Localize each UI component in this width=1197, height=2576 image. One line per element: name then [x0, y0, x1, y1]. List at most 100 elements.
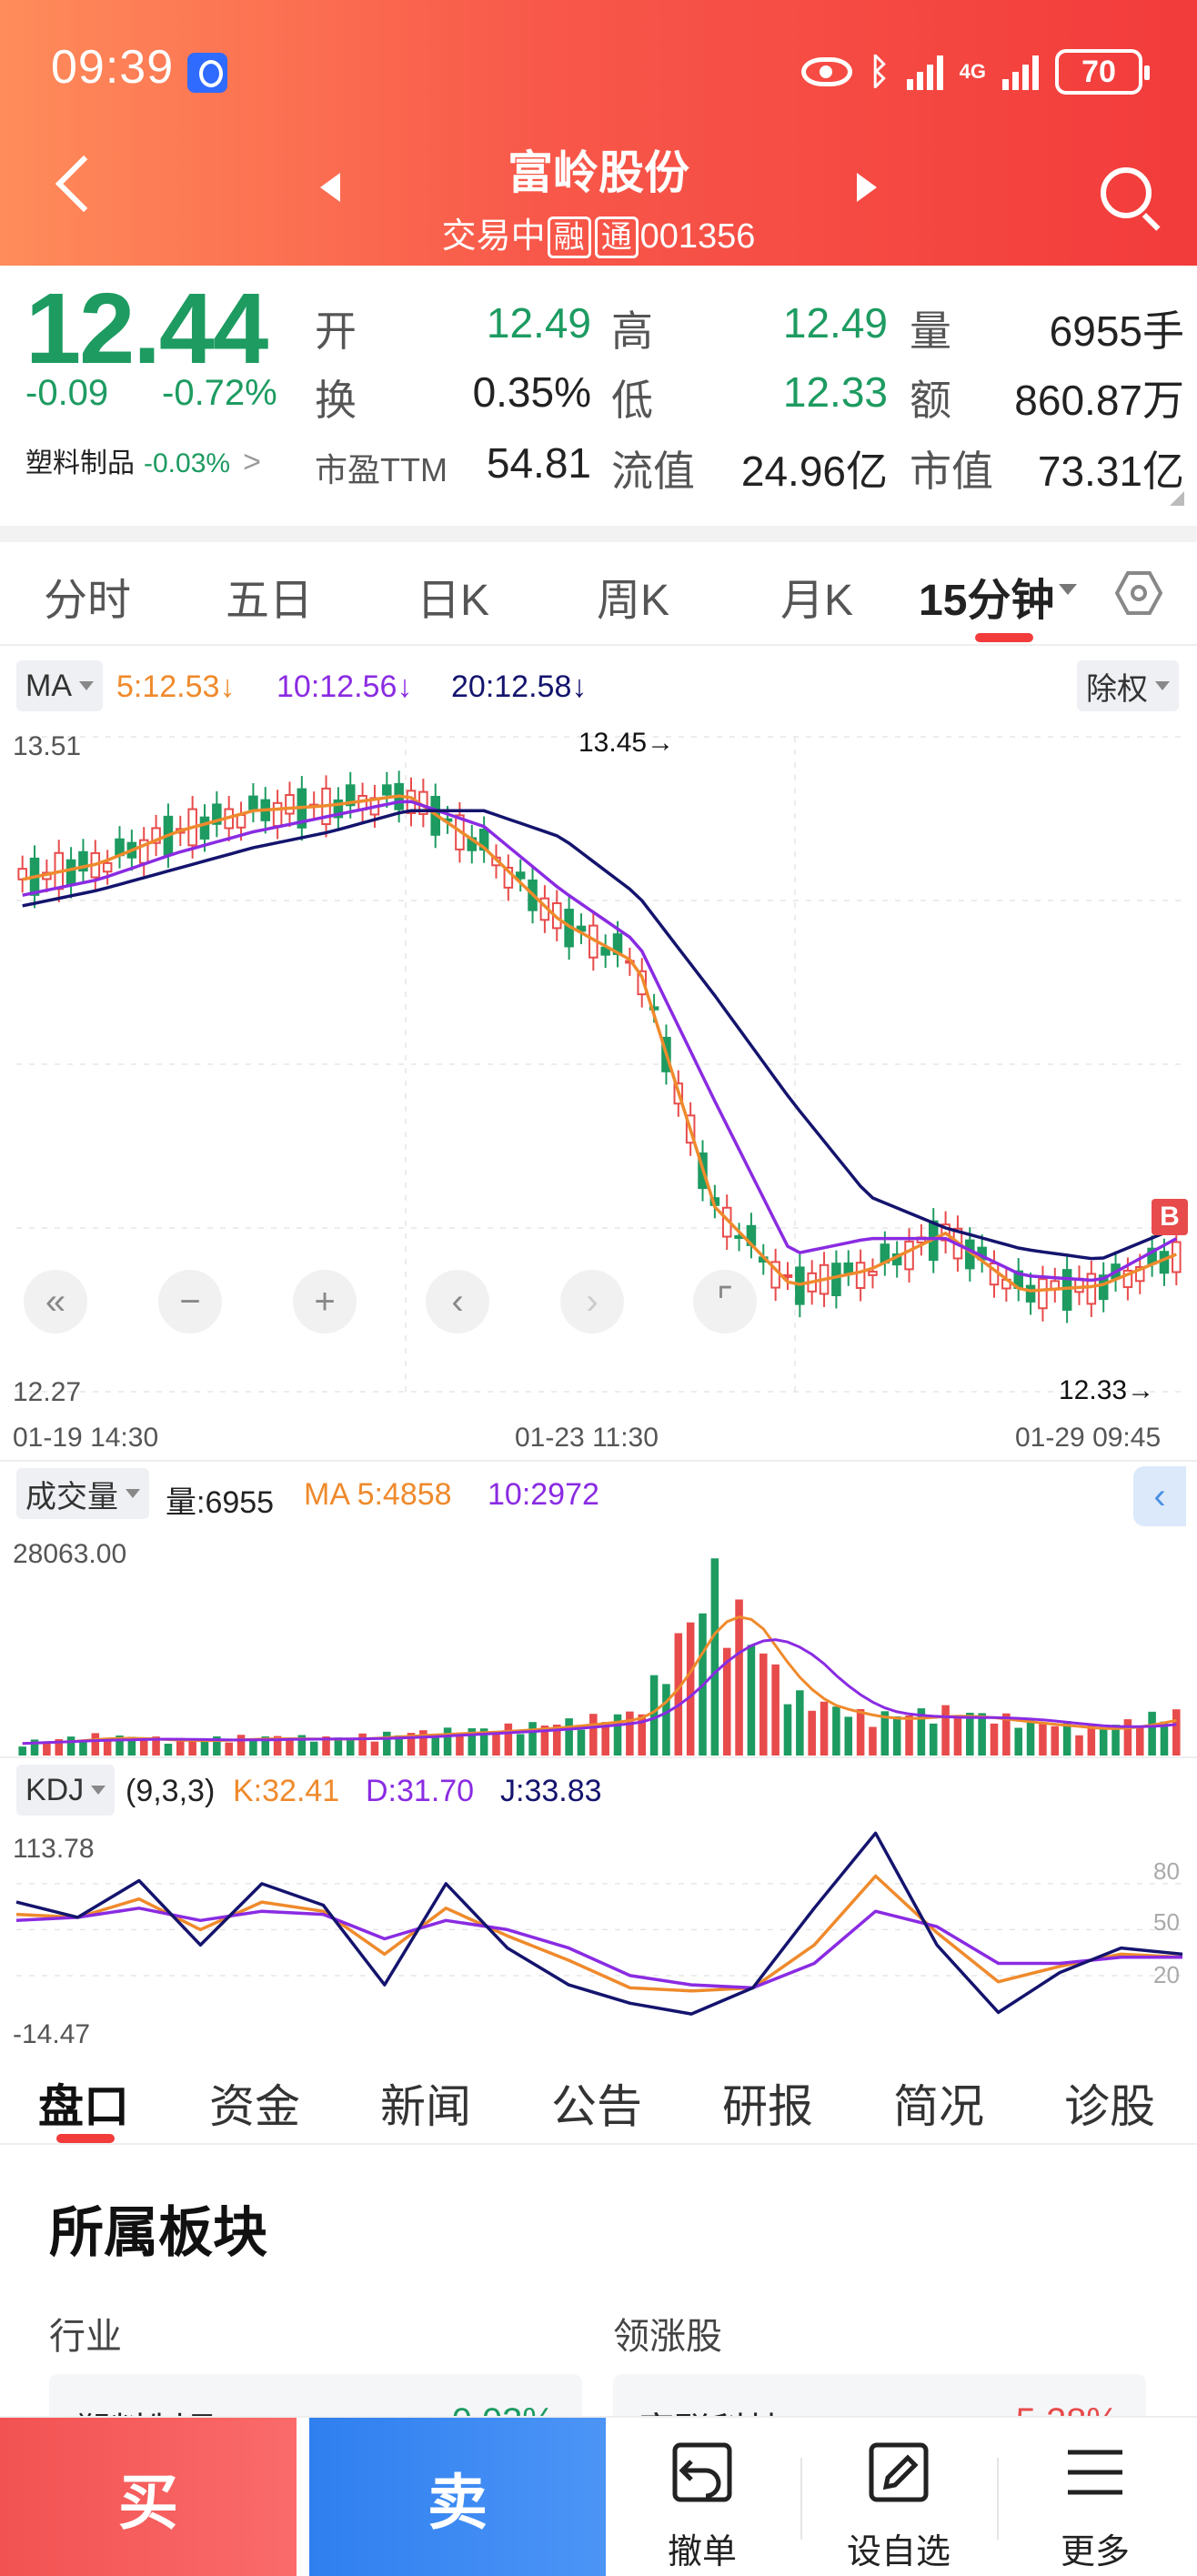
zoom-out-button[interactable]: − [158, 1270, 222, 1333]
add-watchlist-button[interactable]: 设自选 [800, 2418, 997, 2576]
volume-bar [1026, 1718, 1035, 1756]
amount-label: 额 [910, 377, 951, 424]
ma-indicator-label: MA [25, 668, 72, 703]
quote-panel: 12.44 -0.09 -0.72% 塑料制品 -0.03% > 开 12.49 高… [0, 266, 1197, 526]
candle-body [248, 795, 258, 810]
volume-bar [236, 1735, 246, 1756]
ma10-value: 10:12.56 [277, 669, 397, 704]
volume-bar [589, 1714, 598, 1756]
chevron-down-icon[interactable] [1059, 584, 1077, 595]
scroll-left-button[interactable]: ‹ [426, 1270, 489, 1333]
cancel-order-button[interactable]: 撤单 [604, 2418, 800, 2576]
market-cap-label: 市值 [910, 448, 993, 495]
volume-bar [383, 1731, 391, 1756]
volume-indicator-label: 成交量 [25, 1479, 118, 1514]
search-icon[interactable] [1101, 167, 1152, 218]
volume-bar [66, 1736, 75, 1756]
candle-body [1159, 1251, 1170, 1274]
x-label-end: 01-29 09:45 [1015, 1423, 1162, 1453]
section-title: 所属板块 [49, 2202, 267, 2263]
volume-bar [1099, 1729, 1108, 1756]
tab-five-day[interactable]: 五日 [226, 564, 313, 628]
fullscreen-icon[interactable]: ⌜ [693, 1270, 757, 1333]
ma20-legend: 20:12.58↓ [451, 669, 588, 704]
signal-icon-2 [1002, 54, 1039, 90]
buy-button[interactable]: 买 [0, 2418, 297, 2576]
volume-bar [953, 1717, 962, 1756]
sell-button[interactable]: 卖 [309, 2418, 606, 2576]
more-button[interactable]: 更多 [997, 2418, 1193, 2576]
tab-daily-k[interactable]: 日K [417, 564, 489, 628]
zoom-in-button[interactable]: + [293, 1270, 357, 1333]
volume-bar [528, 1722, 537, 1756]
tab-intraday[interactable]: 分时 [44, 564, 131, 628]
adjust-select[interactable]: 除权 [1077, 660, 1179, 711]
bulb-icon [187, 53, 227, 93]
volume-bar [820, 1701, 829, 1756]
ma-indicator-select[interactable]: MA [16, 660, 103, 711]
kline-y-max: 13.51 [13, 731, 82, 761]
settings-hex-icon[interactable] [1115, 569, 1162, 617]
tab-orderbook[interactable]: 盘口 [38, 2070, 129, 2136]
volume-bar [79, 1741, 87, 1756]
open-value: 12.49 [486, 299, 591, 347]
high-mark-value: 13.45 [578, 728, 648, 758]
sector-change: -0.03% [144, 448, 231, 478]
volume-bar [1014, 1727, 1022, 1756]
scroll-right-button[interactable]: › [560, 1270, 624, 1333]
tab-funds[interactable]: 资金 [209, 2070, 300, 2136]
tab-weekly-k[interactable]: 周K [597, 564, 669, 628]
collapse-panel-icon[interactable]: ‹ [1133, 1466, 1186, 1526]
tab-diagnosis[interactable]: 诊股 [1064, 2070, 1155, 2136]
add-watchlist-label: 设自选 [846, 2533, 951, 2571]
volume-ma10: 10:2972 [488, 1477, 599, 1512]
volume-bar [1075, 1735, 1083, 1756]
candle-body [285, 793, 295, 815]
tab-profile[interactable]: 简况 [893, 2070, 984, 2136]
bottom-action-bar: 买 卖 撤单 设自选 更多 [0, 2416, 1197, 2576]
ma5-value: 5:12.53 [116, 669, 220, 704]
candle-body [65, 859, 76, 887]
candle-body [382, 784, 392, 796]
volume-bar [905, 1715, 913, 1756]
tab-research[interactable]: 研报 [722, 2070, 813, 2136]
candle-body [199, 816, 210, 840]
rewind-button[interactable]: « [24, 1270, 87, 1333]
volume-indicator-select[interactable]: 成交量 [16, 1468, 149, 1519]
candle-body [782, 1273, 793, 1278]
expand-corner-icon[interactable] [1170, 491, 1184, 506]
volume-bar [783, 1704, 792, 1756]
low-mark-value: 12.33 [1059, 1375, 1128, 1405]
kline-chart[interactable] [0, 646, 1197, 2047]
next-stock-icon[interactable] [857, 173, 877, 202]
stock-name: 富岭股份 [508, 147, 689, 198]
price-change: -0.09 [25, 373, 109, 413]
volume-bar [346, 1737, 355, 1756]
candle-body [272, 801, 283, 827]
volume-bar [686, 1622, 695, 1756]
volume-bar [103, 1739, 112, 1756]
kdj-y-min: -14.47 [13, 2019, 91, 2049]
volume-ma5: MA 5:4858 [304, 1477, 452, 1512]
kdj-params: (9,3,3) [126, 1774, 216, 1808]
candle-body [1038, 1278, 1048, 1310]
buy-signal-badge[interactable]: B [1152, 1199, 1188, 1235]
kdj-indicator-select[interactable]: KDJ [16, 1765, 116, 1816]
adjust-label: 除权 [1086, 671, 1148, 707]
volume-bar [1039, 1722, 1047, 1756]
tab-news[interactable]: 新闻 [380, 2070, 471, 2136]
tab-announcements[interactable]: 公告 [551, 2070, 642, 2136]
x-label-start: 01-19 14:30 [13, 1423, 159, 1453]
cancel-order-label: 撤单 [667, 2533, 737, 2571]
candle-body [102, 861, 113, 873]
tab-monthly-k[interactable]: 月K [780, 564, 853, 628]
network-type: 4G [959, 60, 986, 83]
trading-status: 交易中 [441, 217, 546, 256]
volume-bar [966, 1712, 974, 1756]
sector-link[interactable]: 塑料制品 -0.03% > [25, 440, 261, 480]
kdj-level-80: 80 [1153, 1857, 1180, 1885]
tab-15min[interactable]: 15分钟 [919, 564, 1054, 628]
volume-bar [759, 1653, 768, 1756]
volume-bar [358, 1733, 367, 1756]
volume-bar [869, 1726, 877, 1756]
